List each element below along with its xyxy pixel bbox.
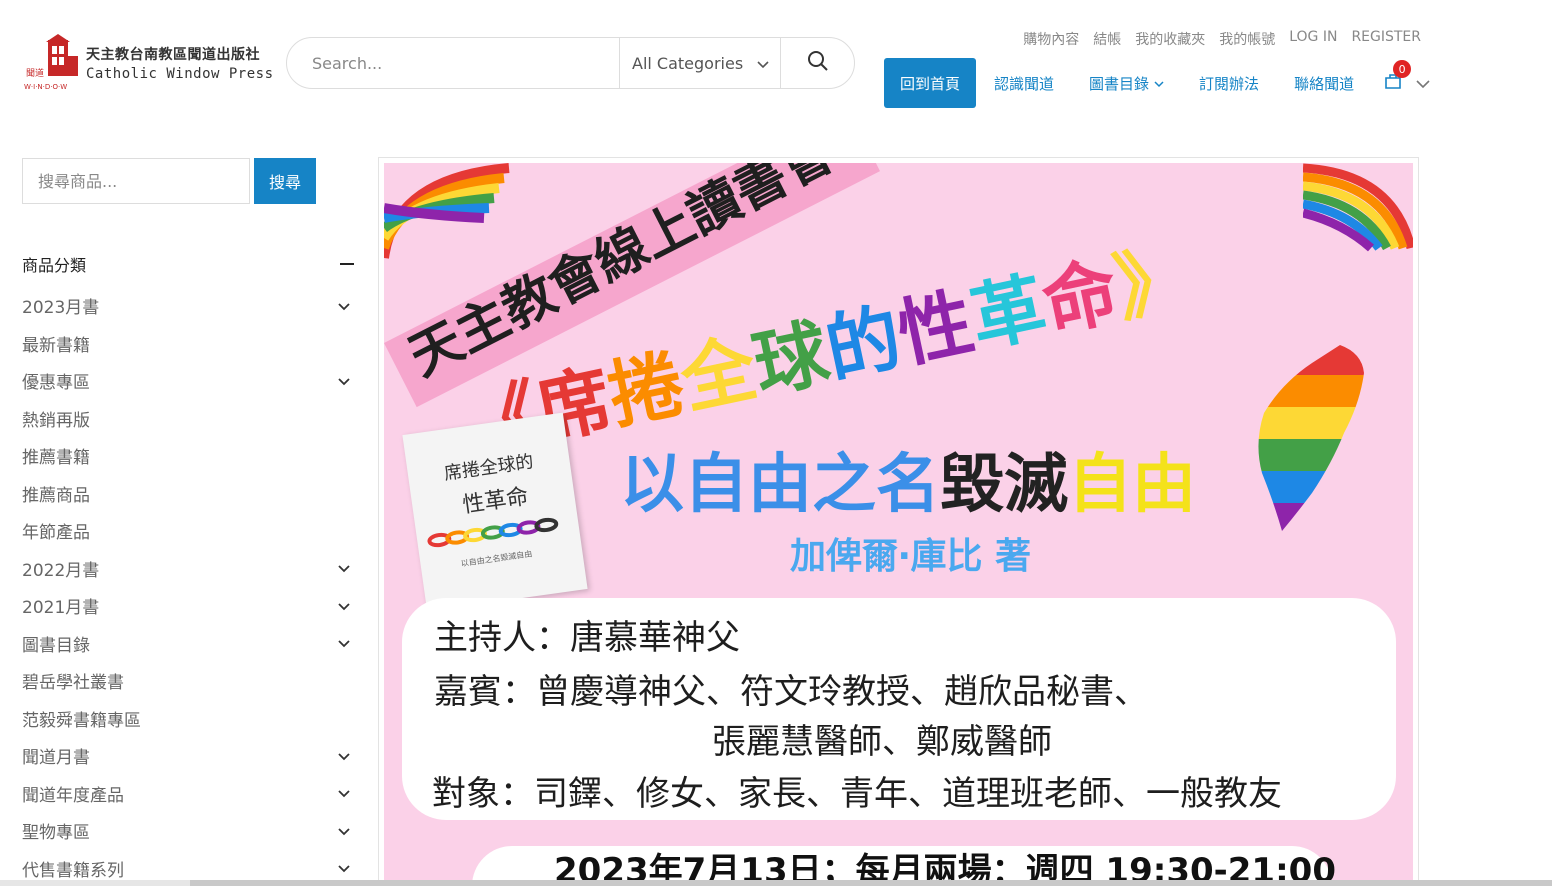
- category-item-label: 最新書籍: [22, 335, 90, 356]
- toplink-cart-contents[interactable]: 購物內容: [1023, 29, 1079, 49]
- category-item[interactable]: 最新書籍: [22, 325, 354, 363]
- cart-count-badge: 0: [1393, 60, 1412, 78]
- category-item[interactable]: 碧岳學社叢書: [22, 662, 354, 700]
- sidebar-product-search: 搜尋: [22, 158, 316, 204]
- rainbow-decoration: [384, 163, 510, 259]
- category-item-label: 聞道月書: [22, 748, 90, 769]
- category-item[interactable]: 2022月書: [22, 550, 354, 588]
- category-item-label: 圖書目錄: [22, 635, 90, 656]
- category-item[interactable]: 聞道年度產品: [22, 775, 354, 813]
- category-item[interactable]: 圖書目錄: [22, 625, 354, 663]
- svg-text:W·I·N·D·O·W: W·I·N·D·O·W: [24, 83, 67, 91]
- header-search: All Categories: [286, 37, 855, 89]
- product-search-input[interactable]: [22, 158, 250, 204]
- category-item-label: 范毅舜書籍專區: [22, 710, 141, 731]
- category-title: 商品分類: [22, 256, 87, 275]
- toplink-checkout[interactable]: 結帳: [1093, 29, 1121, 49]
- category-item[interactable]: 聞道月書: [22, 737, 354, 775]
- category-item[interactable]: 推薦商品: [22, 475, 354, 513]
- event-banner-image: 天主教會線上讀書會 《席捲全球的性革命》 以自由之名毀滅自由 加俾爾‧庫比 著 …: [384, 163, 1413, 886]
- chevron-down-icon: [1154, 74, 1164, 92]
- chevron-down-icon: [1416, 74, 1430, 93]
- category-select-value: All Categories: [632, 53, 744, 73]
- logo-chinese-name: 天主教台南教區聞道出版社: [86, 47, 260, 63]
- category-item-label: 熱銷再版: [22, 410, 90, 431]
- chevron-down-icon[interactable]: [338, 371, 350, 391]
- chevron-down-icon[interactable]: [338, 596, 350, 616]
- category-select[interactable]: All Categories: [619, 38, 780, 88]
- category-item-label: 2022月書: [22, 560, 100, 581]
- rainbow-decoration: [1303, 163, 1413, 252]
- category-item[interactable]: 推薦書籍: [22, 437, 354, 475]
- chevron-down-icon[interactable]: [338, 296, 350, 316]
- nav-item-subscribe[interactable]: 訂閱辦法: [1199, 73, 1259, 94]
- category-item-label: 推薦書籍: [22, 448, 90, 469]
- chevron-down-icon[interactable]: [338, 858, 350, 878]
- category-item[interactable]: 年節產品: [22, 512, 354, 550]
- category-item-label: 2021月書: [22, 598, 100, 619]
- book-author: 加俾爾‧庫比 著: [790, 536, 1032, 577]
- audience-line: 對象：司鐸、修女、家長、青年、道理班老師、一般教友: [432, 774, 1282, 814]
- category-item-label: 聖物專區: [22, 823, 90, 844]
- main-nav: 回到首頁 認識聞道 圖書目錄 訂閱辦法 聯絡聞道 0: [884, 58, 1430, 108]
- chevron-down-icon: [757, 54, 769, 73]
- logo-english-name: Catholic Window Press: [86, 66, 274, 82]
- svg-text:聞道: 聞道: [26, 67, 44, 79]
- book-cover: 席捲全球的 性革命 以自由之名毀滅自由: [402, 412, 588, 612]
- chevron-down-icon[interactable]: [338, 746, 350, 766]
- toplink-login[interactable]: LOG IN: [1289, 29, 1337, 49]
- category-item[interactable]: 優惠專區: [22, 362, 354, 400]
- chevron-down-icon[interactable]: [338, 821, 350, 841]
- host-line: 主持人：唐慕華神父: [434, 618, 740, 658]
- search-input[interactable]: [287, 38, 619, 88]
- taiwan-rainbow-map: [1258, 345, 1365, 531]
- category-item[interactable]: 聖物專區: [22, 812, 354, 850]
- product-search-button[interactable]: 搜尋: [254, 158, 316, 204]
- chevron-down-icon[interactable]: [338, 783, 350, 803]
- search-button[interactable]: [780, 38, 854, 88]
- category-item-label: 2023月書: [22, 298, 100, 319]
- category-item-label: 推薦商品: [22, 485, 90, 506]
- category-heading[interactable]: 商品分類: [22, 252, 354, 276]
- collapse-icon: [340, 263, 354, 265]
- category-item-label: 年節產品: [22, 523, 90, 544]
- search-icon: [807, 50, 829, 76]
- category-item-label: 優惠專區: [22, 373, 90, 394]
- toplink-register[interactable]: REGISTER: [1351, 29, 1421, 49]
- guests-line: 嘉賓：曾慶導神父、符文玲教授、趙欣品秘書、: [434, 672, 1148, 712]
- chevron-down-icon[interactable]: [338, 633, 350, 653]
- site-logo[interactable]: 聞道 W·I·N·D·O·W 天主教台南教區聞道出版社 Catholic Win…: [24, 34, 274, 92]
- category-item[interactable]: 熱銷再版: [22, 400, 354, 438]
- category-item-label: 碧岳學社叢書: [22, 673, 124, 694]
- toplink-my-account[interactable]: 我的帳號: [1219, 29, 1275, 49]
- category-item[interactable]: 2021月書: [22, 587, 354, 625]
- horizontal-scrollbar[interactable]: [0, 880, 1552, 886]
- scrollbar-thumb[interactable]: [190, 880, 1552, 886]
- window-logo-icon: 聞道 W·I·N·D·O·W: [24, 34, 82, 92]
- category-list: 2023月書 最新書籍優惠專區熱銷再版推薦書籍推薦商品年節產品 2022月書 2021…: [22, 287, 354, 886]
- guests-line-2: 張麗慧醫師、鄭威醫師: [712, 722, 1052, 762]
- toplink-wishlist[interactable]: 我的收藏夾: [1135, 29, 1205, 49]
- book-subtitle-banner: 以自由之名毀滅自由: [620, 448, 1196, 522]
- site-header: 聞道 W·I·N·D·O·W 天主教台南教區聞道出版社 Catholic Win…: [0, 0, 1552, 120]
- cart-button[interactable]: 0: [1384, 60, 1430, 94]
- nav-item-contact[interactable]: 聯絡聞道: [1294, 73, 1354, 94]
- event-info-box: 主持人：唐慕華神父 嘉賓：曾慶導神父、符文玲教授、趙欣品秘書、 張麗慧醫師、鄭威…: [402, 598, 1396, 820]
- category-item-label: 代售書籍系列: [22, 860, 124, 881]
- category-item[interactable]: 2023月書: [22, 287, 354, 325]
- category-item-label: 聞道年度產品: [22, 785, 124, 806]
- top-links: 購物內容 結帳 我的收藏夾 我的帳號 LOG IN REGISTER: [1023, 29, 1421, 49]
- category-item[interactable]: 范毅舜書籍專區: [22, 700, 354, 738]
- chevron-down-icon[interactable]: [338, 558, 350, 578]
- nav-item-catalog[interactable]: 圖書目錄: [1089, 73, 1164, 94]
- nav-item-about[interactable]: 認識聞道: [994, 73, 1054, 94]
- nav-home-button[interactable]: 回到首頁: [884, 58, 977, 108]
